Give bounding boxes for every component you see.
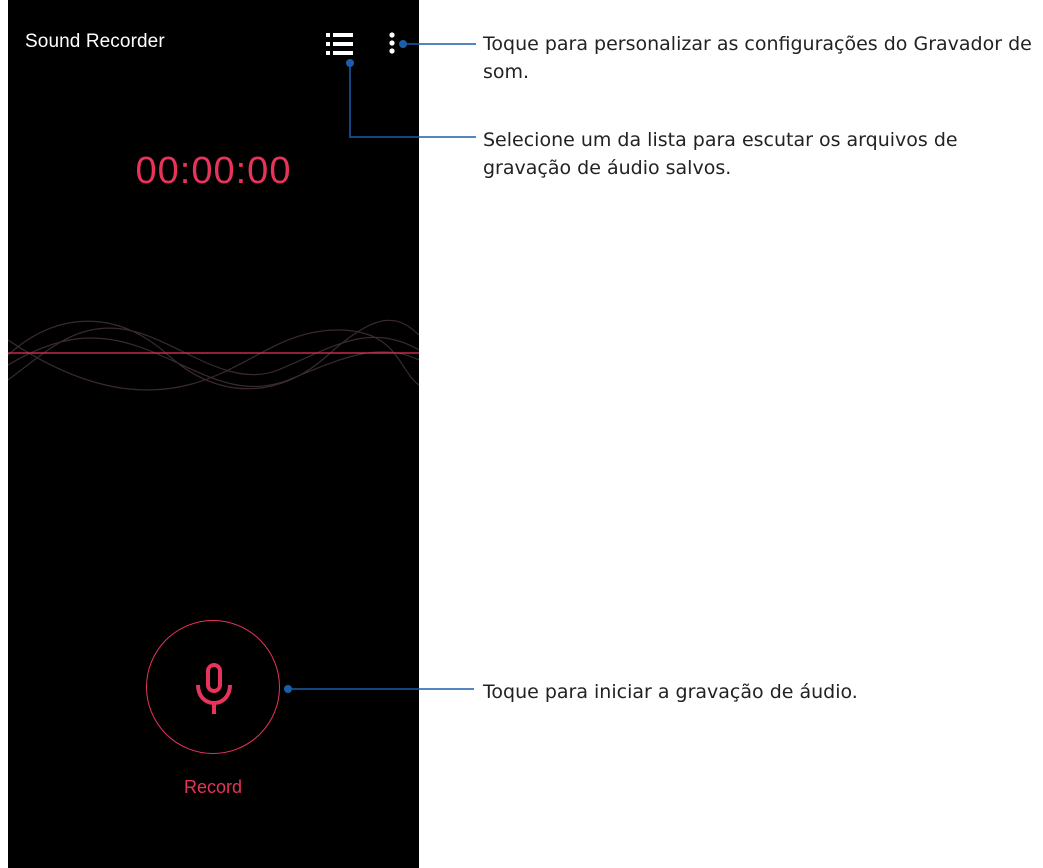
phone-screen: Sound Recorder 00:00:00 Record: [8, 0, 419, 868]
record-button[interactable]: [146, 620, 280, 754]
waveform: [8, 319, 419, 391]
elapsed-timer: 00:00:00: [135, 150, 292, 192]
more-vertical-icon[interactable]: [382, 30, 402, 58]
list-icon[interactable]: [325, 31, 355, 57]
page: Sound Recorder 00:00:00 Record Toque par…: [0, 0, 1043, 868]
callout-record: Toque para iniciar a gravação de áudio.: [483, 681, 858, 703]
callout-settings: Toque para personalizar as configurações…: [483, 33, 1032, 83]
record-label: Record: [183, 777, 243, 797]
app-title: Sound Recorder: [25, 31, 165, 52]
microphone-icon: [196, 663, 232, 714]
callout-recordings-list: Selecione um da lista para escutar os ar…: [483, 129, 958, 179]
